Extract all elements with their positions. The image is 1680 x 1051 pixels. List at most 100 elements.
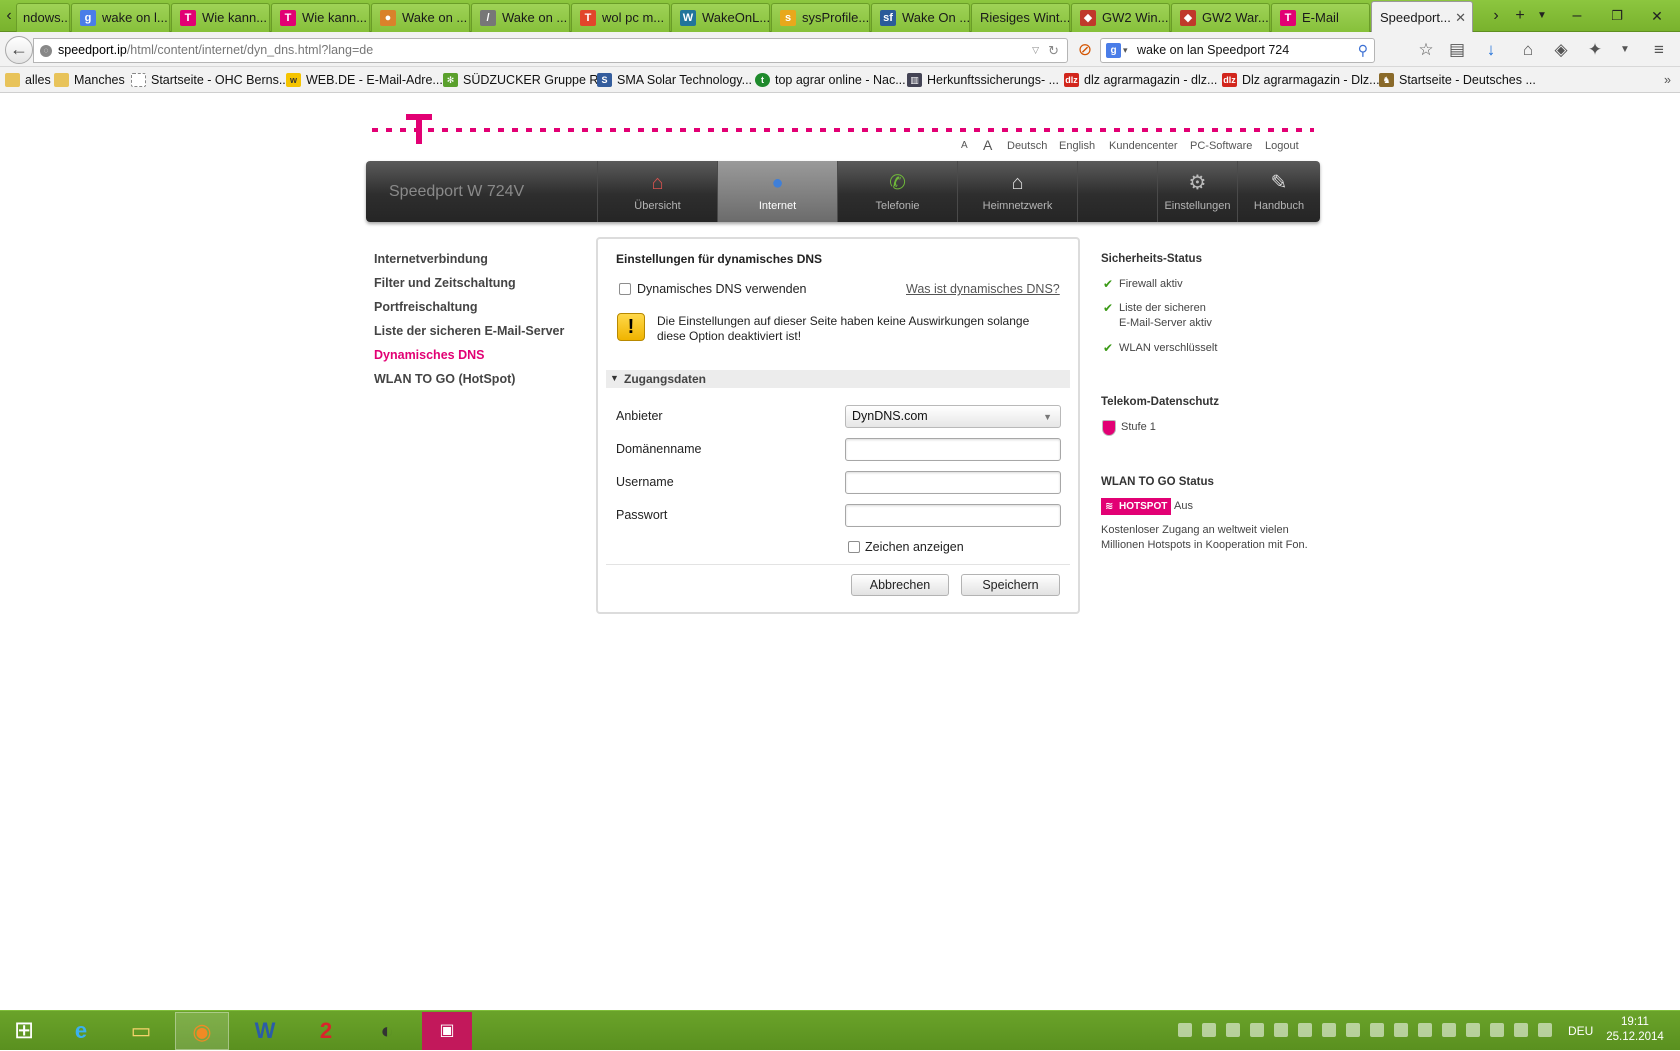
nav-einstellungen[interactable]: ⚙ Einstellungen bbox=[1157, 161, 1237, 222]
tray-icon[interactable] bbox=[1370, 1023, 1384, 1037]
addon-icon[interactable]: ⊘ bbox=[1074, 39, 1096, 61]
font-size-large-link[interactable]: A bbox=[983, 137, 992, 153]
volume-icon[interactable] bbox=[1538, 1023, 1552, 1037]
bookmark-folder-manches[interactable]: Manches bbox=[54, 71, 125, 89]
tray-icon[interactable] bbox=[1466, 1023, 1480, 1037]
bookmark-star-icon[interactable]: ☆ bbox=[1415, 39, 1437, 61]
minimize-icon[interactable]: ‒ bbox=[1568, 6, 1586, 26]
lang-deutsch-link[interactable]: Deutsch bbox=[1007, 140, 1047, 152]
bookmark-item[interactable]: dlz Dlz agrarmagazin - Dlz... bbox=[1222, 71, 1380, 89]
input-language[interactable]: DEU bbox=[1568, 1024, 1593, 1038]
bookmark-item[interactable]: ♞ Startseite - Deutsches ... bbox=[1379, 71, 1536, 89]
file-explorer-icon[interactable]: ▭ bbox=[114, 1012, 168, 1050]
app-orb-icon[interactable]: ◐ bbox=[360, 1012, 414, 1050]
kundencenter-link[interactable]: Kundencenter bbox=[1109, 140, 1178, 152]
addon-shield-icon[interactable]: ◈ bbox=[1550, 39, 1572, 61]
bookmark-item[interactable]: S SMA Solar Technology... bbox=[597, 71, 752, 89]
sidebar-item-filter[interactable]: Filter und Zeitschaltung bbox=[374, 276, 516, 290]
browser-tab[interactable]: g wake on l... bbox=[71, 3, 170, 32]
nav-handbuch[interactable]: ✎ Handbuch bbox=[1237, 161, 1320, 222]
bookmark-item[interactable]: dlz dlz agrarmagazin - dlz... bbox=[1064, 71, 1217, 89]
toolbar-overflow-icon[interactable]: ▼ bbox=[1614, 39, 1636, 61]
browser-tab[interactable]: / Wake on ... bbox=[471, 3, 570, 32]
browser-tab-active[interactable]: Speedport... ✕ bbox=[1371, 1, 1473, 32]
show-chars-checkbox[interactable] bbox=[848, 541, 860, 553]
search-icon[interactable]: ⚲ bbox=[1358, 39, 1368, 62]
browser-tab[interactable]: sf Wake On ... bbox=[871, 3, 970, 32]
search-box[interactable]: g ▾ wake on lan Speedport 724 ⚲ bbox=[1100, 38, 1375, 63]
url-bar[interactable]: ◌ speedport.ip/html/content/internet/dyn… bbox=[33, 38, 1068, 63]
search-input[interactable]: wake on lan Speedport 724 bbox=[1137, 43, 1289, 57]
tray-icon[interactable] bbox=[1202, 1023, 1216, 1037]
tray-icon[interactable] bbox=[1490, 1023, 1504, 1037]
tray-icon[interactable] bbox=[1226, 1023, 1240, 1037]
browser-tab[interactable]: s sysProfile... bbox=[771, 3, 870, 32]
close-icon[interactable]: ✕ bbox=[1455, 2, 1466, 32]
bookmarks-overflow-icon[interactable]: » bbox=[1664, 71, 1671, 89]
close-window-icon[interactable]: ✕ bbox=[1648, 6, 1666, 26]
sidebar-item-portfreischaltung[interactable]: Portfreischaltung bbox=[374, 300, 478, 314]
tray-icon[interactable] bbox=[1250, 1023, 1264, 1037]
bookmark-item[interactable]: Startseite - OHC Berns... bbox=[131, 71, 289, 89]
maximize-icon[interactable]: ❐ bbox=[1608, 6, 1626, 26]
bookmark-item[interactable]: t top agrar online - Nac... bbox=[755, 71, 906, 89]
use-dns-checkbox[interactable] bbox=[619, 283, 631, 295]
start-button[interactable]: ⊞ bbox=[0, 1012, 48, 1050]
help-link[interactable]: Was ist dynamisches DNS? bbox=[906, 282, 1060, 296]
tray-icon[interactable] bbox=[1178, 1023, 1192, 1037]
browser-tab[interactable]: Riesiges Wint... bbox=[971, 3, 1070, 32]
section-header-zugangsdaten[interactable]: ▼ Zugangsdaten bbox=[606, 370, 1070, 388]
tray-icon[interactable] bbox=[1298, 1023, 1312, 1037]
browser-tab[interactable]: Twol pc m... bbox=[571, 3, 670, 32]
app-2-icon[interactable]: 2 bbox=[299, 1012, 353, 1050]
pc-software-link[interactable]: PC-Software bbox=[1190, 140, 1252, 152]
provider-select[interactable]: DynDNS.com ▼ bbox=[845, 405, 1061, 428]
tray-icon[interactable] bbox=[1322, 1023, 1336, 1037]
tray-icon[interactable] bbox=[1274, 1023, 1288, 1037]
internet-explorer-icon[interactable]: e bbox=[54, 1012, 108, 1050]
word-icon[interactable]: W bbox=[238, 1012, 292, 1050]
nav-internet[interactable]: ● Internet bbox=[717, 161, 837, 222]
new-tab-icon[interactable]: + bbox=[1511, 6, 1529, 26]
download-icon[interactable]: ↓ bbox=[1480, 39, 1502, 61]
nav-uebersicht[interactable]: ⌂ Übersicht bbox=[597, 161, 717, 222]
clock[interactable]: 19:11 25.12.2014 bbox=[1600, 1015, 1670, 1045]
sidebar-item-wlan-to-go[interactable]: WLAN TO GO (HotSpot) bbox=[374, 372, 515, 386]
lang-english-link[interactable]: English bbox=[1059, 140, 1095, 152]
save-button[interactable]: Speichern bbox=[961, 574, 1060, 596]
tray-icon[interactable] bbox=[1346, 1023, 1360, 1037]
password-input[interactable] bbox=[845, 504, 1061, 527]
tab-list-icon[interactable]: ▼ bbox=[1533, 6, 1551, 26]
domain-input[interactable] bbox=[845, 438, 1061, 461]
menu-icon[interactable]: ≡ bbox=[1648, 39, 1670, 61]
reload-icon[interactable]: ↻ bbox=[1048, 39, 1059, 62]
cancel-button[interactable]: Abbrechen bbox=[851, 574, 949, 596]
tray-icon[interactable] bbox=[1418, 1023, 1432, 1037]
sidebar-item-internetverbindung[interactable]: Internetverbindung bbox=[374, 252, 488, 266]
bookmarks-list-icon[interactable]: ▤ bbox=[1446, 39, 1468, 61]
browser-tab[interactable]: ◆ GW2 Win... bbox=[1071, 3, 1170, 32]
bookmark-item[interactable]: ▥ Herkunftssicherungs- ... bbox=[907, 71, 1059, 89]
home-icon[interactable]: ⌂ bbox=[1517, 39, 1539, 61]
network-icon[interactable] bbox=[1514, 1023, 1528, 1037]
nav-telefonie[interactable]: ✆ Telefonie bbox=[837, 161, 957, 222]
browser-tab[interactable]: T Wie kann... bbox=[171, 3, 270, 32]
app-screen-icon[interactable]: ▣ bbox=[422, 1012, 472, 1050]
bookmark-folder-alles[interactable]: alles bbox=[5, 71, 51, 89]
url-dropdown-icon[interactable]: ▽ bbox=[1032, 39, 1039, 62]
nav-heimnetzwerk[interactable]: ⌂ Heimnetzwerk bbox=[957, 161, 1077, 222]
sidebar-item-email-server[interactable]: Liste der sicheren E-Mail-Server bbox=[374, 324, 564, 338]
tab-scroll-right-icon[interactable]: › bbox=[1487, 6, 1505, 26]
bookmark-item[interactable]: ✻ SÜDZUCKER Gruppe R... bbox=[443, 71, 609, 89]
browser-tab[interactable]: ◆ GW2 War... bbox=[1171, 3, 1270, 32]
browser-tab[interactable]: T Wie kann... bbox=[271, 3, 370, 32]
font-size-small-link[interactable]: A bbox=[961, 140, 968, 151]
sidebar-item-dynamisches-dns[interactable]: Dynamisches DNS bbox=[374, 348, 484, 362]
browser-tab[interactable]: T E-Mail bbox=[1271, 3, 1370, 32]
tray-icon[interactable] bbox=[1394, 1023, 1408, 1037]
tray-icon[interactable] bbox=[1442, 1023, 1456, 1037]
addon-puzzle-icon[interactable]: ✦ bbox=[1584, 39, 1606, 61]
bookmark-item[interactable]: w WEB.DE - E-Mail-Adre... bbox=[286, 71, 443, 89]
browser-tab[interactable]: ndows... bbox=[16, 3, 70, 32]
browser-tab[interactable]: W WakeOnL... bbox=[671, 3, 770, 32]
